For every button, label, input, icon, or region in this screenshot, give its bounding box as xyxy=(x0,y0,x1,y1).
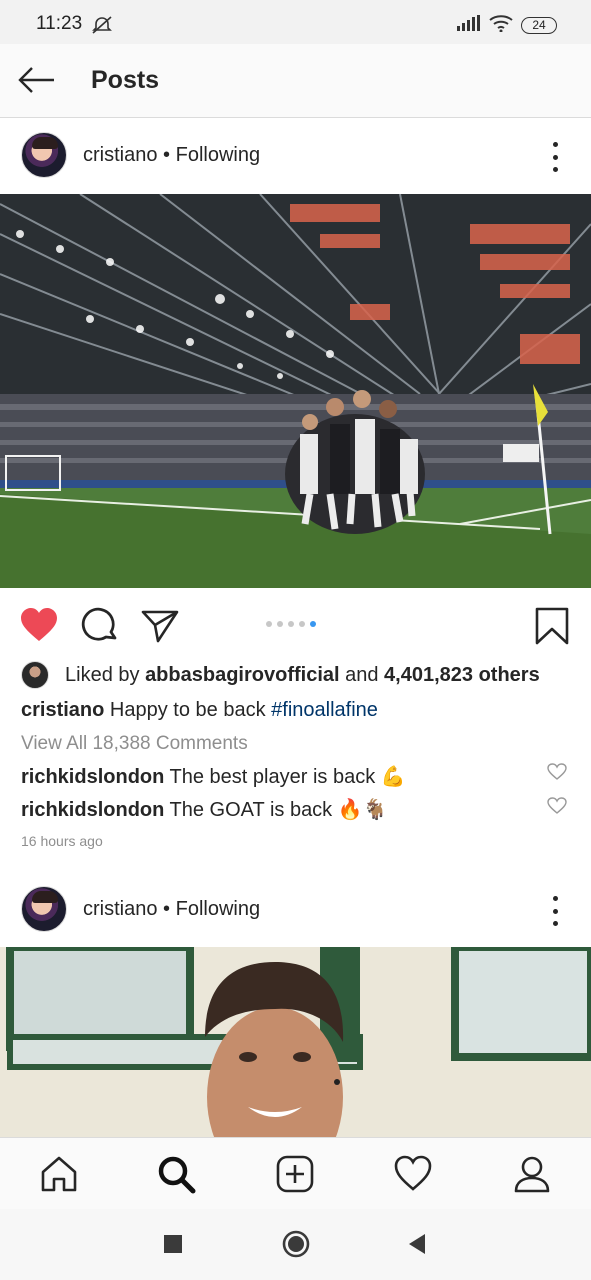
liked-by-row[interactable]: Liked by abbasbagirovofficial and 4,401,… xyxy=(21,660,540,690)
view-all-comments-link[interactable]: View All 18,388 Comments xyxy=(21,733,248,755)
post-header: cristiano • Following xyxy=(0,118,591,194)
post-username[interactable]: cristiano • Following xyxy=(83,898,260,921)
battery-indicator: 24 xyxy=(521,17,557,34)
avatar[interactable] xyxy=(21,132,67,178)
carousel-dot xyxy=(288,621,294,627)
alarm-off-icon xyxy=(91,15,113,40)
profile-icon[interactable] xyxy=(512,1154,552,1194)
more-options-icon[interactable] xyxy=(545,896,565,926)
comment-icon[interactable] xyxy=(80,606,120,646)
username[interactable]: cristiano xyxy=(83,898,157,920)
home-circle-icon[interactable] xyxy=(281,1229,311,1259)
liked-by-user[interactable]: abbasbagirovofficial xyxy=(145,664,340,686)
home-icon[interactable] xyxy=(39,1154,79,1194)
caption-hashtag[interactable]: #finoallafine xyxy=(271,699,378,721)
liked-by-others[interactable]: 4,401,823 others xyxy=(384,664,540,686)
carousel-dot xyxy=(299,621,305,627)
search-icon[interactable] xyxy=(156,1154,196,1194)
system-navigation xyxy=(0,1209,591,1280)
carousel-dot xyxy=(277,621,283,627)
comment-item: richkidslondon The GOAT is back 🔥🐐 xyxy=(21,797,388,822)
carousel-dot-active xyxy=(310,621,316,627)
comment-text: The GOAT is back 🔥🐐 xyxy=(164,799,388,821)
app-header: Posts xyxy=(0,44,591,118)
back-triangle-icon[interactable] xyxy=(403,1229,433,1259)
activity-heart-icon[interactable] xyxy=(393,1154,433,1194)
like-heart-icon[interactable] xyxy=(19,606,59,646)
liked-by-text[interactable]: Liked by abbasbagirovofficial and 4,401,… xyxy=(65,664,540,687)
back-arrow-icon[interactable] xyxy=(14,62,58,98)
post-caption: cristiano Happy to be back #finoallafine xyxy=(21,699,378,722)
comment-like-icon[interactable] xyxy=(547,797,567,815)
save-bookmark-icon[interactable] xyxy=(532,606,572,646)
carousel-dot xyxy=(266,621,272,627)
carousel-indicator xyxy=(266,621,316,627)
post-timestamp: 16 hours ago xyxy=(21,833,103,849)
comment-username[interactable]: richkidslondon xyxy=(21,766,164,788)
comment-username[interactable]: richkidslondon xyxy=(21,799,164,821)
avatar[interactable] xyxy=(21,886,67,932)
caption-username[interactable]: cristiano xyxy=(21,699,104,721)
following-label: • Following xyxy=(157,898,261,920)
post-actions xyxy=(0,596,591,652)
caption-text: Happy to be back xyxy=(104,699,272,721)
status-time: 11:23 xyxy=(36,13,83,34)
liked-by-and: and xyxy=(339,663,385,686)
post-image[interactable] xyxy=(0,194,591,588)
wifi-icon xyxy=(489,14,513,37)
bottom-navigation xyxy=(0,1137,591,1209)
share-send-icon[interactable] xyxy=(140,606,180,646)
liker-avatar xyxy=(21,661,49,689)
add-post-icon[interactable] xyxy=(275,1154,315,1194)
following-label: • Following xyxy=(157,144,261,166)
comment-item: richkidslondon The best player is back 💪 xyxy=(21,764,406,789)
more-options-icon[interactable] xyxy=(545,142,565,172)
comment-like-icon[interactable] xyxy=(547,763,567,781)
username[interactable]: cristiano xyxy=(83,144,157,166)
post-header: cristiano • Following xyxy=(0,872,591,948)
liked-by-prefix: Liked by xyxy=(65,663,146,686)
post-username[interactable]: cristiano • Following xyxy=(83,144,260,167)
status-bar: 11:23 24 xyxy=(0,0,591,44)
post-image[interactable] xyxy=(0,947,591,1137)
page-title: Posts xyxy=(91,66,160,94)
signal-icon xyxy=(457,15,481,36)
recents-icon[interactable] xyxy=(158,1229,188,1259)
comment-text: The best player is back 💪 xyxy=(164,766,406,788)
